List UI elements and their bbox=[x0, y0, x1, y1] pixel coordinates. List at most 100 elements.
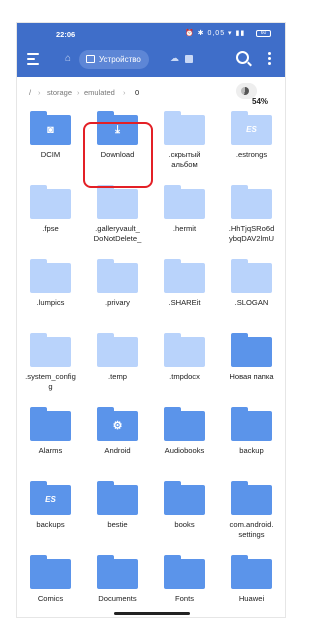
folder-icon bbox=[164, 481, 205, 515]
folder-icon bbox=[164, 259, 205, 293]
phone-storage-icon bbox=[86, 55, 95, 63]
folder-label: .SLOGAN bbox=[234, 298, 269, 307]
folder-label: Huawei bbox=[238, 594, 265, 603]
folder-item[interactable]: ES .estrongs bbox=[218, 105, 285, 179]
location-chip[interactable]: Устройство bbox=[79, 50, 149, 69]
folder-icon bbox=[30, 333, 71, 367]
folder-label: com.android. settings bbox=[229, 520, 274, 539]
folder-label: Android bbox=[104, 446, 131, 455]
phone-screen: 22:06 ⏰ ✱ 0,05 ▾ ▮▮ 60 ⌂ Устройство ☁ / … bbox=[16, 22, 286, 618]
folder-item[interactable]: .hermit bbox=[151, 179, 218, 253]
chevron-right-icon: › bbox=[38, 88, 41, 97]
storage-usage-badge[interactable]: 54% bbox=[236, 83, 268, 106]
folder-item[interactable]: .galleryvault_ DoNotDelete_ bbox=[84, 179, 151, 253]
folder-icon bbox=[164, 185, 205, 219]
folder-label: bestie bbox=[107, 520, 128, 529]
folder-item[interactable]: .fpse bbox=[17, 179, 84, 253]
folder-item[interactable]: .tmpdocx bbox=[151, 327, 218, 401]
status-icons: ⏰ ✱ 0,05 ▾ ▮▮ bbox=[185, 30, 246, 37]
folder-item[interactable]: ⚙ Android bbox=[84, 401, 151, 475]
breadcrumb-current[interactable]: 0 bbox=[135, 88, 139, 97]
folder-item[interactable]: .HhTjqSRo6d ybqDAV2lmU bbox=[218, 179, 285, 253]
folder-item[interactable]: Documents bbox=[84, 549, 151, 617]
folder-label: DCIM bbox=[40, 150, 61, 159]
folder-label: Audiobooks bbox=[164, 446, 205, 455]
folder-item[interactable]: Fonts bbox=[151, 549, 218, 617]
folder-icon bbox=[164, 111, 205, 145]
folder-icon bbox=[231, 481, 272, 515]
folder-item[interactable]: ES backups bbox=[17, 475, 84, 549]
folder-icon bbox=[97, 333, 138, 367]
folder-label: Новая папка bbox=[229, 372, 274, 381]
folder-item[interactable]: Новая папка bbox=[218, 327, 285, 401]
menu-icon[interactable] bbox=[27, 53, 39, 65]
folder-item[interactable]: .system_config g bbox=[17, 327, 84, 401]
folder-item[interactable]: Audiobooks bbox=[151, 401, 218, 475]
folder-label: .galleryvault_ DoNotDelete_ bbox=[93, 224, 142, 243]
folder-item[interactable]: .privary bbox=[84, 253, 151, 327]
app-bar: ⌂ Устройство ☁ bbox=[17, 45, 285, 77]
es-logo-icon: ES bbox=[45, 495, 56, 504]
folder-label: backups bbox=[36, 520, 65, 529]
chevron-right-icon: › bbox=[123, 88, 126, 97]
folder-icon bbox=[164, 333, 205, 367]
folder-label: .fpse bbox=[42, 224, 59, 233]
folder-icon bbox=[97, 259, 138, 293]
cloud-icon[interactable]: ☁ bbox=[170, 53, 179, 64]
window-icon[interactable] bbox=[185, 55, 193, 63]
folder-item[interactable]: .temp bbox=[84, 327, 151, 401]
folder-icon bbox=[164, 555, 205, 589]
folder-icon: ES bbox=[30, 481, 71, 515]
home-gesture-handle[interactable] bbox=[114, 612, 190, 615]
folder-label: .HhTjqSRo6d ybqDAV2lmU bbox=[228, 224, 275, 243]
gear-icon: ⚙ bbox=[112, 420, 123, 432]
chevron-right-icon: › bbox=[77, 88, 80, 97]
battery-icon: 60 bbox=[256, 30, 271, 37]
folder-label: .скрытый альбом bbox=[168, 150, 201, 169]
folder-item[interactable]: .SHAREit bbox=[151, 253, 218, 327]
folder-label: .hermit bbox=[172, 224, 197, 233]
folder-icon bbox=[30, 555, 71, 589]
folder-icon bbox=[231, 555, 272, 589]
folder-icon bbox=[30, 259, 71, 293]
breadcrumb: / › storage › emulated › 0 54% bbox=[17, 77, 285, 106]
folder-icon bbox=[30, 407, 71, 441]
folder-item[interactable]: com.android. settings bbox=[218, 475, 285, 549]
folder-label: .lumpics bbox=[36, 298, 65, 307]
breadcrumb-emulated[interactable]: emulated bbox=[84, 88, 115, 97]
folder-label: .estrongs bbox=[235, 150, 268, 159]
location-chip-label: Устройство bbox=[99, 55, 141, 64]
download-highlight bbox=[83, 122, 153, 188]
folder-item[interactable]: ◙ DCIM bbox=[17, 105, 84, 179]
home-icon[interactable]: ⌂ bbox=[65, 54, 75, 64]
folder-item[interactable]: Comics bbox=[17, 549, 84, 617]
folder-item[interactable]: bestie bbox=[84, 475, 151, 549]
folder-icon bbox=[97, 555, 138, 589]
folder-item[interactable]: .lumpics bbox=[17, 253, 84, 327]
status-time: 22:06 bbox=[56, 30, 76, 39]
folder-item[interactable]: Alarms bbox=[17, 401, 84, 475]
app-header: 22:06 ⏰ ✱ 0,05 ▾ ▮▮ 60 ⌂ Устройство ☁ bbox=[17, 23, 285, 77]
folder-icon: ES bbox=[231, 111, 272, 145]
folder-icon: ◙ bbox=[30, 111, 71, 145]
navigation-bar bbox=[17, 609, 285, 617]
folder-label: .tmpdocx bbox=[169, 372, 200, 381]
camera-icon: ◙ bbox=[47, 124, 54, 136]
breadcrumb-storage[interactable]: storage bbox=[47, 88, 72, 97]
folder-label: books bbox=[174, 520, 195, 529]
folder-icon bbox=[97, 185, 138, 219]
status-bar: 22:06 ⏰ ✱ 0,05 ▾ ▮▮ 60 bbox=[17, 23, 285, 45]
folder-item[interactable]: backup bbox=[218, 401, 285, 475]
search-icon[interactable] bbox=[236, 51, 249, 64]
folder-item[interactable]: .SLOGAN bbox=[218, 253, 285, 327]
folder-item[interactable]: books bbox=[151, 475, 218, 549]
folder-label: .privary bbox=[105, 298, 130, 307]
folder-label: Alarms bbox=[38, 446, 63, 455]
more-options-icon[interactable] bbox=[268, 52, 271, 67]
folder-icon bbox=[231, 259, 272, 293]
folder-icon bbox=[231, 185, 272, 219]
folder-item[interactable]: Huawei bbox=[218, 549, 285, 617]
breadcrumb-root[interactable]: / bbox=[29, 88, 31, 97]
folder-icon bbox=[164, 407, 205, 441]
folder-item[interactable]: .скрытый альбом bbox=[151, 105, 218, 179]
